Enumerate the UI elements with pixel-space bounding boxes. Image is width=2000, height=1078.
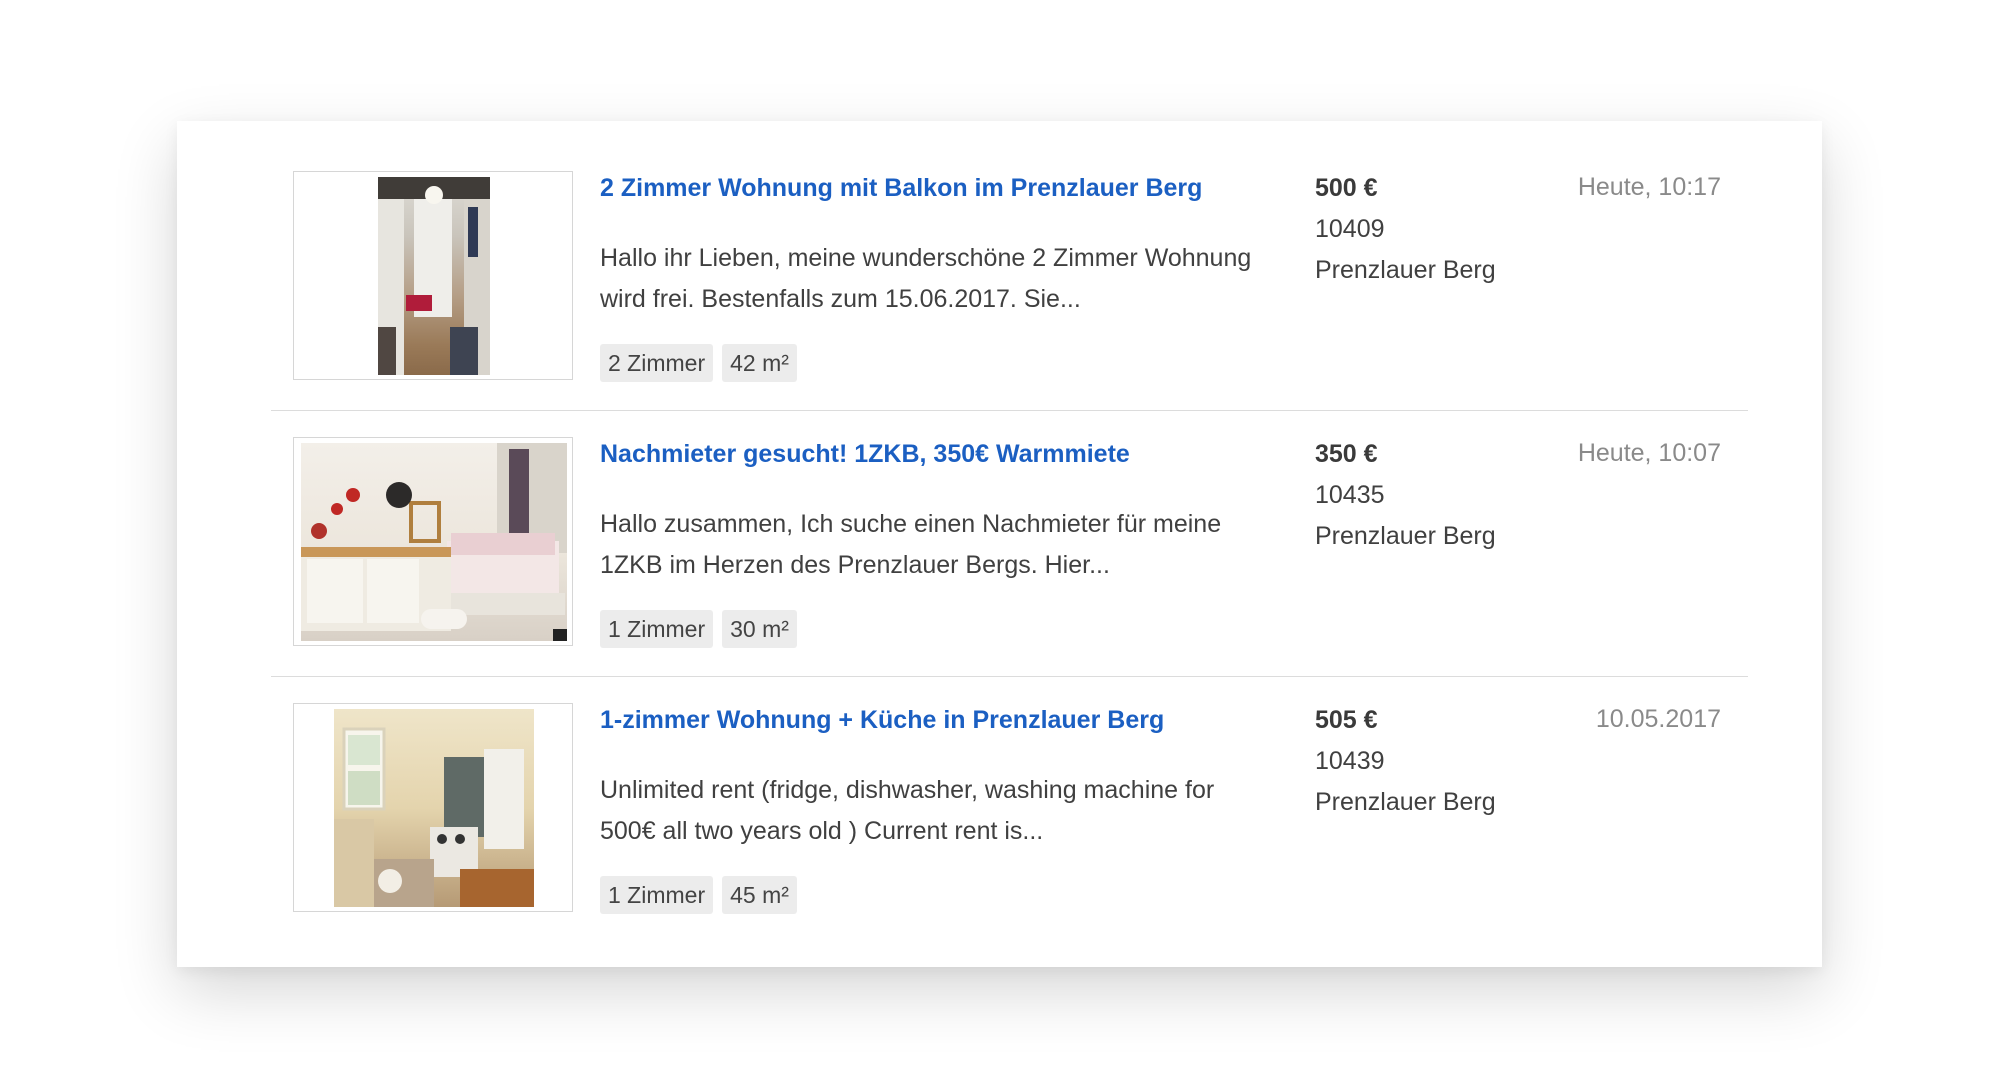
listing-title-link[interactable]: 2 Zimmer Wohnung mit Balkon im Prenzlaue…: [600, 174, 1202, 203]
bedroom-photo: [301, 443, 567, 641]
listing-description-line: Unlimited rent (fridge, dishwasher, wash…: [600, 776, 1215, 804]
listing-price: 505 €: [1315, 706, 1378, 734]
listing-description-line: 1ZKB im Herzen des Prenzlauer Bergs. Hie…: [600, 551, 1110, 579]
listing-title-link[interactable]: 1-zimmer Wohnung + Küche in Prenzlauer B…: [600, 706, 1164, 735]
listing-date: 10.05.2017: [1595, 705, 1721, 733]
listing-item[interactable]: 2 Zimmer Wohnung mit Balkon im Prenzlaue…: [271, 121, 1748, 387]
listing-zip: 10439: [1315, 747, 1385, 775]
kitchen-photo: [334, 709, 534, 907]
listing-tags: 2 Zimmer 42 m²: [600, 344, 797, 382]
listing-thumbnail[interactable]: [293, 171, 573, 380]
listing-item[interactable]: Nachmieter gesucht! 1ZKB, 350€ Warmmiete…: [271, 387, 1748, 653]
listing-tags: 1 Zimmer 45 m²: [600, 876, 797, 914]
listing-description-line: wird frei. Bestenfalls zum 15.06.2017. S…: [600, 285, 1081, 313]
listing-thumbnail[interactable]: [293, 437, 573, 646]
listing-zip: 10409: [1315, 215, 1385, 243]
listing-description: Hallo zusammen, Ich suche einen Nachmiet…: [600, 504, 1300, 586]
rooms-badge: 1 Zimmer: [600, 876, 714, 914]
hallway-photo: [378, 177, 490, 375]
listing-description-line: 500€ all two years old ) Current rent is…: [600, 817, 1044, 845]
listing-date: Heute, 10:07: [1577, 439, 1721, 467]
listing-district: Prenzlauer Berg: [1315, 788, 1496, 816]
listing-tags: 1 Zimmer 30 m²: [600, 610, 797, 648]
size-badge: 30 m²: [722, 610, 797, 648]
size-badge: 42 m²: [722, 344, 797, 382]
size-badge: 45 m²: [722, 876, 797, 914]
listing-title-link[interactable]: Nachmieter gesucht! 1ZKB, 350€ Warmmiete: [600, 440, 1130, 469]
listing-description: Hallo ihr Lieben, meine wunderschöne 2 Z…: [600, 238, 1300, 320]
rooms-badge: 1 Zimmer: [600, 610, 714, 648]
listing-price: 500 €: [1315, 174, 1378, 202]
listing-item[interactable]: 1-zimmer Wohnung + Küche in Prenzlauer B…: [271, 653, 1748, 919]
listing-description-line: Hallo zusammen, Ich suche einen Nachmiet…: [600, 510, 1222, 538]
listing-results-card: 2 Zimmer Wohnung mit Balkon im Prenzlaue…: [177, 121, 1822, 967]
listing-description-line: Hallo ihr Lieben, meine wunderschöne 2 Z…: [600, 244, 1252, 272]
rooms-badge: 2 Zimmer: [600, 344, 714, 382]
listing-district: Prenzlauer Berg: [1315, 256, 1496, 284]
listing-thumbnail[interactable]: [293, 703, 573, 912]
listing-zip: 10435: [1315, 481, 1385, 509]
listing-date: Heute, 10:17: [1577, 173, 1721, 201]
listing-district: Prenzlauer Berg: [1315, 522, 1496, 550]
listing-description: Unlimited rent (fridge, dishwasher, wash…: [600, 770, 1300, 852]
listing-price: 350 €: [1315, 440, 1378, 468]
